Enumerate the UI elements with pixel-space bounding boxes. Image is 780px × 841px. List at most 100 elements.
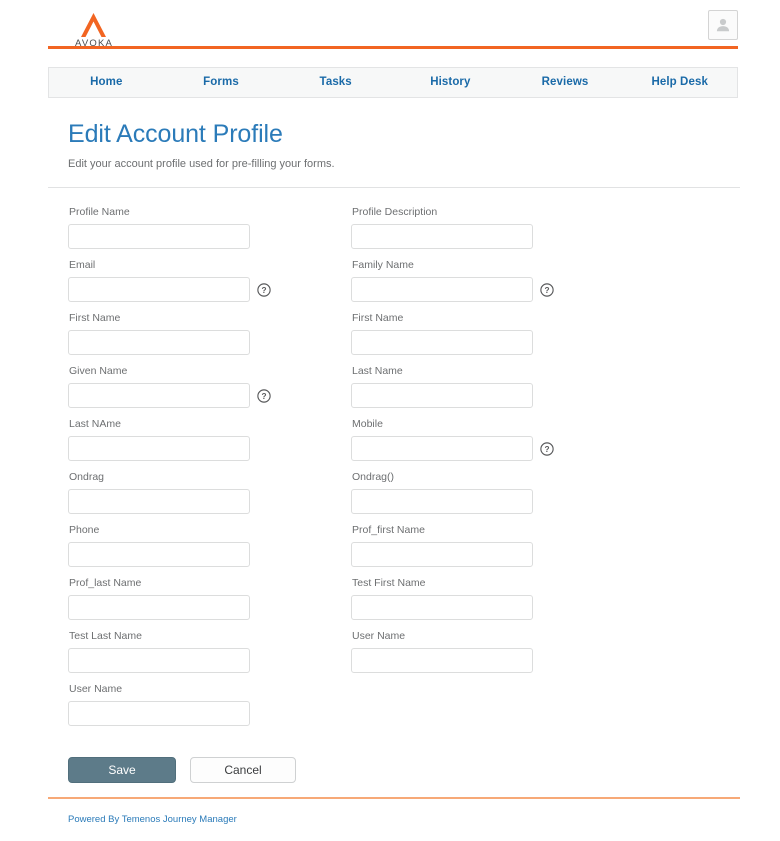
input-email[interactable] xyxy=(68,277,250,302)
page-title: Edit Account Profile xyxy=(68,120,283,148)
form-field-phone: Phone xyxy=(68,524,271,567)
form-field-profile-name: Profile Name xyxy=(68,206,271,249)
avoka-logo[interactable]: AVOKA xyxy=(66,6,122,48)
input-given-name[interactable] xyxy=(68,383,250,408)
form-column-right: Profile Description Family Name? First Nam… xyxy=(351,206,554,736)
input-family-name[interactable] xyxy=(351,277,533,302)
field-label-email: Email xyxy=(69,259,96,271)
svg-text:?: ? xyxy=(544,285,549,295)
form-field-user-name: User Name xyxy=(351,630,554,673)
input-mobile[interactable] xyxy=(351,436,533,461)
input-row: ? xyxy=(68,277,271,302)
input-row xyxy=(68,595,271,620)
form-field-last-name: Last Name xyxy=(351,365,554,408)
svg-text:?: ? xyxy=(261,391,266,401)
input-row xyxy=(68,489,271,514)
nav-item-help-desk[interactable]: Help Desk xyxy=(622,68,737,97)
input-user-name[interactable] xyxy=(351,648,533,673)
page-subtitle: Edit your account profile used for pre-f… xyxy=(68,158,335,170)
input-test-last-name[interactable] xyxy=(68,648,250,673)
form-column-left: Profile Name Email? First Name Given Name? L… xyxy=(68,206,271,736)
input-row xyxy=(351,383,554,408)
save-button[interactable]: Save xyxy=(68,757,176,783)
footer-orange-rule xyxy=(48,797,740,799)
nav-item-reviews[interactable]: Reviews xyxy=(508,68,623,97)
input-row xyxy=(68,542,271,567)
help-icon[interactable]: ? xyxy=(257,282,271,297)
form-field-ondrag: Ondrag() xyxy=(351,471,554,514)
input-row xyxy=(351,648,554,673)
page-header-block: Edit Account Profile Edit your account p… xyxy=(68,120,732,170)
form-field-user-name: User Name xyxy=(68,683,271,726)
form-field-first-name: First Name xyxy=(351,312,554,355)
help-icon[interactable]: ? xyxy=(540,441,554,456)
field-label-user-name: User Name xyxy=(69,683,123,695)
form-field-test-last-name: Test Last Name xyxy=(68,630,271,673)
nav-item-tasks[interactable]: Tasks xyxy=(278,68,393,97)
input-prof-last-name[interactable] xyxy=(68,595,250,620)
input-row xyxy=(68,701,271,726)
field-label-first-name: First Name xyxy=(352,312,404,324)
nav-item-home[interactable]: Home xyxy=(49,68,164,97)
form-field-email: Email? xyxy=(68,259,271,302)
form-field-given-name: Given Name? xyxy=(68,365,271,408)
user-avatar-icon xyxy=(716,18,730,32)
cancel-button[interactable]: Cancel xyxy=(190,757,296,783)
field-label-family-name: Family Name xyxy=(352,259,414,271)
help-icon[interactable]: ? xyxy=(257,388,271,403)
page-root: AVOKA Home Forms Tasks History Reviews H… xyxy=(0,0,780,841)
field-label-first-name: First Name xyxy=(69,312,121,324)
field-label-given-name: Given Name xyxy=(69,365,128,377)
input-row xyxy=(351,224,554,249)
input-row: ? xyxy=(351,436,554,461)
input-profile-name[interactable] xyxy=(68,224,250,249)
input-row: ? xyxy=(68,383,271,408)
form-field-mobile: Mobile? xyxy=(351,418,554,461)
input-last-name[interactable] xyxy=(68,436,250,461)
nav-item-history[interactable]: History xyxy=(393,68,508,97)
input-row xyxy=(351,595,554,620)
field-label-ondrag: Ondrag xyxy=(69,471,105,483)
field-label-ondrag: Ondrag() xyxy=(352,471,395,483)
input-row xyxy=(68,436,271,461)
form-field-last-name: Last NAme xyxy=(68,418,271,461)
form-field-test-first-name: Test First Name xyxy=(351,577,554,620)
edit-account-profile-form: Profile Name Email? First Name Given Name? L… xyxy=(0,206,780,736)
form-actions: Save Cancel xyxy=(68,757,780,783)
input-row xyxy=(68,224,271,249)
help-icon[interactable]: ? xyxy=(540,282,554,297)
input-first-name[interactable] xyxy=(351,330,533,355)
site-header: AVOKA xyxy=(0,0,780,52)
input-ondrag[interactable] xyxy=(68,489,250,514)
input-phone[interactable] xyxy=(68,542,250,567)
input-test-first-name[interactable] xyxy=(351,595,533,620)
powered-by-link[interactable]: Powered By Temenos Journey Manager xyxy=(68,814,237,825)
field-label-test-last-name: Test Last Name xyxy=(69,630,142,642)
input-row xyxy=(68,648,271,673)
field-label-user-name: User Name xyxy=(352,630,406,642)
input-row xyxy=(351,330,554,355)
field-label-prof-first-name: Prof_first Name xyxy=(352,524,425,536)
input-row xyxy=(351,542,554,567)
content-divider xyxy=(48,187,740,188)
form-field-profile-description: Profile Description xyxy=(351,206,554,249)
input-prof-first-name[interactable] xyxy=(351,542,533,567)
input-profile-description[interactable] xyxy=(351,224,533,249)
form-field-prof-last-name: Prof_last Name xyxy=(68,577,271,620)
field-label-profile-description: Profile Description xyxy=(352,206,438,218)
field-label-last-name: Last NAme xyxy=(69,418,121,430)
header-orange-rule xyxy=(48,46,738,49)
input-ondrag[interactable] xyxy=(351,489,533,514)
user-avatar-button[interactable] xyxy=(708,10,738,40)
input-first-name[interactable] xyxy=(68,330,250,355)
field-label-mobile: Mobile xyxy=(352,418,383,430)
input-row xyxy=(351,489,554,514)
input-user-name[interactable] xyxy=(68,701,250,726)
main-navigation: Home Forms Tasks History Reviews Help De… xyxy=(48,67,738,98)
input-last-name[interactable] xyxy=(351,383,533,408)
nav-item-forms[interactable]: Forms xyxy=(164,68,279,97)
form-field-family-name: Family Name? xyxy=(351,259,554,302)
svg-text:?: ? xyxy=(544,444,549,454)
input-row xyxy=(68,330,271,355)
form-field-first-name: First Name xyxy=(68,312,271,355)
